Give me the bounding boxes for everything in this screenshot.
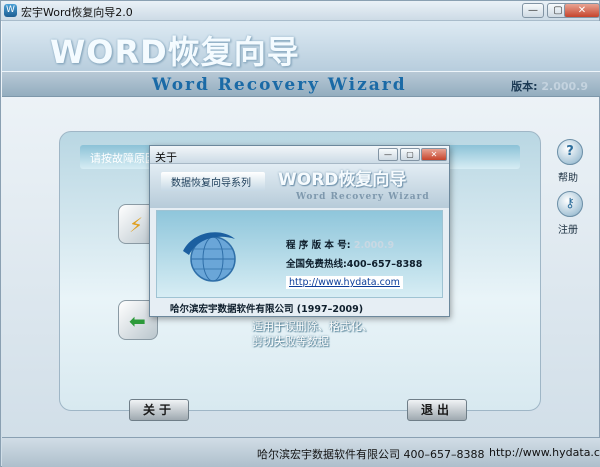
about-header: 数据恢复向导系列 WORD恢复向导 Word Recovery Wizard	[150, 164, 449, 208]
about-button[interactable]: 关于	[129, 399, 189, 421]
version-value: 2.000.9	[541, 80, 588, 93]
title-bar[interactable]: W 宏宇Word恢复向导2.0 — ▢ ✕	[1, 1, 600, 21]
about-version-label: 程 序 版 本 号:	[286, 240, 351, 251]
about-body: 程 序 版 本 号: 2.000.9 全国免费热线:400–657–8388 h…	[156, 210, 443, 298]
app-icon: W	[4, 4, 17, 17]
window-title: 宏宇Word恢复向导2.0	[21, 6, 133, 19]
about-title: 关于	[155, 151, 177, 164]
option-desc-line1: 适用于误删除、格式化、	[252, 320, 373, 333]
about-version: 程 序 版 本 号: 2.000.9	[286, 237, 394, 251]
lightning-icon: ⚡	[129, 213, 144, 237]
about-subtitle: Word Recovery Wizard	[296, 192, 430, 202]
close-button[interactable]: ✕	[564, 3, 600, 18]
subtitle-band: Word Recovery Wizard 版本: 2.000.9	[2, 71, 600, 97]
about-link[interactable]: http://www.hydata.com	[286, 276, 403, 289]
footer-url[interactable]: http://www.hydata.com	[489, 446, 600, 459]
header-title: WORD恢复向导	[50, 33, 300, 71]
about-big-title: WORD恢复向导	[278, 170, 407, 190]
about-minimize-button[interactable]: —	[378, 148, 398, 161]
globe-logo-icon	[183, 232, 236, 282]
exit-button[interactable]: 退出	[407, 399, 467, 421]
register-button[interactable]: ⚷	[557, 191, 583, 217]
about-dialog: 关于 — ▢ ✕ 数据恢复向导系列 WORD恢复向导 Word Recovery…	[149, 145, 450, 317]
prompt-text: 请按故障原因	[90, 152, 156, 165]
version-label: 版本:	[511, 80, 538, 93]
about-version-value: 2.000.9	[353, 240, 395, 251]
option-desc-line2: 剪切失败等数据	[252, 335, 329, 348]
minimize-button[interactable]: —	[522, 3, 544, 18]
company-phone: 哈尔滨宏宇数据软件有限公司 400–657–8388	[257, 448, 485, 461]
about-copyright: 哈尔滨宏宇数据软件有限公司 (1997–2009)	[170, 304, 364, 315]
arrow-left-icon: ⬅	[129, 309, 146, 333]
help-button[interactable]: ?	[557, 139, 583, 165]
about-close-button[interactable]: ✕	[421, 148, 447, 161]
help-label[interactable]: 帮助	[558, 169, 578, 184]
about-title-bar[interactable]: 关于 — ▢ ✕	[150, 146, 449, 164]
about-hotline: 全国免费热线:400–657–8388	[286, 259, 423, 270]
key-icon: ⚷	[565, 196, 575, 211]
footer-bar: 哈尔滨宏宇数据软件有限公司 400–657–8388 http://www.hy…	[2, 437, 600, 467]
register-label[interactable]: 注册	[558, 221, 578, 236]
header-banner: WORD恢复向导	[2, 21, 600, 73]
version-display: 版本: 2.000.9	[511, 78, 588, 94]
help-icon: ?	[566, 144, 574, 159]
about-maximize-button[interactable]: ▢	[400, 148, 420, 161]
header-subtitle: Word Recovery Wizard	[152, 75, 407, 95]
about-series: 数据恢复向导系列	[161, 172, 265, 191]
